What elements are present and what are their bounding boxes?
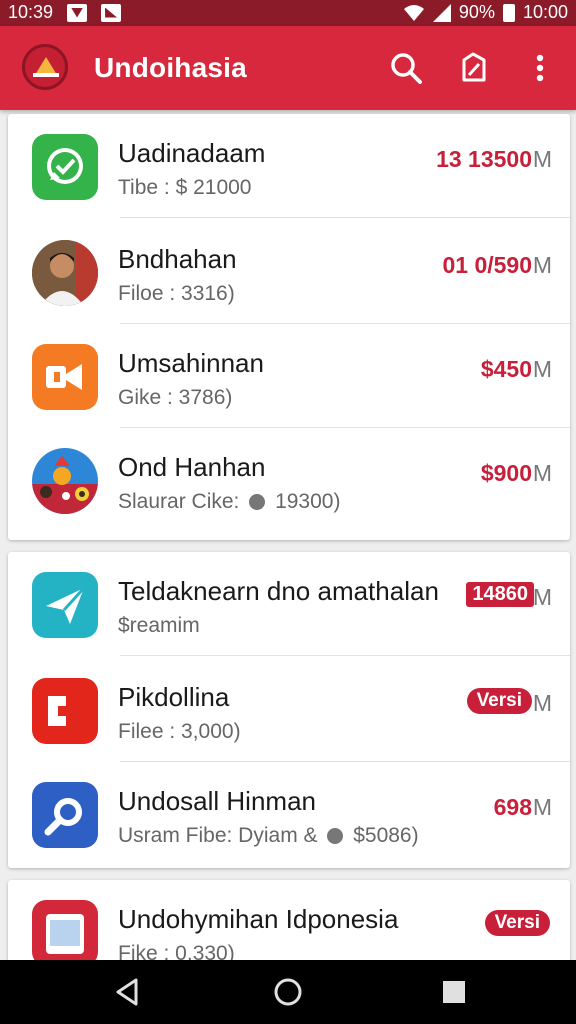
info-dot-icon bbox=[249, 494, 266, 510]
tablet-red-icon bbox=[32, 900, 98, 966]
person-avatar bbox=[32, 240, 98, 306]
item-subtitle: Tibe : $ 21000 bbox=[118, 176, 252, 199]
search-icon[interactable] bbox=[388, 50, 424, 86]
item-subtitle: Gike : 3786) bbox=[118, 386, 233, 409]
back-icon[interactable] bbox=[110, 974, 146, 1010]
list-item[interactable]: Umsahinnan Gike : 3786) $450 M bbox=[8, 324, 570, 428]
item-name: Umsahinnan bbox=[118, 348, 264, 378]
app-bar: Undoihasia bbox=[0, 26, 576, 110]
item-subtitle: Filoe : 3316) bbox=[118, 282, 235, 305]
list-item[interactable]: Ond Hanhan Slaurar Cike: 19300) $900 M bbox=[8, 428, 570, 532]
item-name: Teldaknearn dno amathalan bbox=[118, 576, 439, 606]
link-blue-icon bbox=[32, 782, 98, 848]
status-time-right: 10:00 bbox=[522, 2, 568, 22]
item-unit: M bbox=[532, 690, 552, 716]
item-price: 01 0/590 bbox=[442, 252, 532, 278]
list-item[interactable]: Bndhahan Filoe : 3316) 01 0/590 M bbox=[8, 220, 570, 324]
version-badge: Versi bbox=[484, 910, 550, 936]
item-unit: M bbox=[532, 146, 552, 172]
item-name: Undosall Hinman bbox=[118, 786, 316, 816]
item-name: Undohymihan Idponesia bbox=[118, 904, 399, 934]
status-bar: 10:39 90% 10:00 bbox=[0, 0, 576, 26]
list-item[interactable]: Teldaknearn dno amathalan $reamim 14860 … bbox=[8, 552, 570, 656]
app-list-card-1: Uadinadaam Tibe : $ 21000 13 13500 M Bnd… bbox=[8, 114, 570, 540]
item-price: 698 bbox=[493, 794, 532, 820]
signal-icon bbox=[432, 3, 451, 22]
item-price: 13 13500 bbox=[436, 146, 532, 172]
list-item[interactable]: Undosall Hinman Usram Fibe: Dyiam & $508… bbox=[8, 762, 570, 866]
item-subtitle-value: $5086) bbox=[353, 824, 419, 847]
item-unit: M bbox=[532, 356, 552, 382]
item-subtitle: $reamim bbox=[118, 614, 200, 637]
item-subtitle: Filee : 3,000) bbox=[118, 720, 241, 743]
notification-image-icon bbox=[101, 3, 122, 22]
more-options-icon[interactable] bbox=[522, 50, 558, 86]
item-unit: M bbox=[532, 794, 552, 820]
item-name: Bndhahan bbox=[118, 244, 237, 274]
app-title: Undoihasia bbox=[94, 52, 247, 83]
info-dot-icon bbox=[327, 828, 344, 844]
item-unit: M bbox=[532, 460, 552, 486]
whatsapp-green-icon bbox=[32, 134, 98, 200]
app-logo bbox=[22, 44, 68, 90]
item-price: $450 bbox=[480, 356, 532, 382]
item-price: $900 bbox=[480, 460, 532, 486]
send-teal-icon bbox=[32, 572, 98, 638]
item-subtitle-value: 19300) bbox=[275, 490, 341, 513]
item-name: Pikdollina bbox=[118, 682, 230, 712]
recents-icon[interactable] bbox=[436, 974, 472, 1010]
item-subtitle-label: Slaurar Cike: bbox=[118, 490, 240, 513]
version-badge: Versi bbox=[466, 688, 532, 714]
item-subtitle: Usram Fibe: Dyiam & $5086) bbox=[118, 824, 419, 848]
list-item[interactable]: Pikdollina Filee : 3,000) Versi M bbox=[8, 658, 570, 762]
list-item[interactable]: Uadinadaam Tibe : $ 21000 13 13500 M bbox=[8, 114, 570, 218]
item-price-badge: 14860 bbox=[466, 582, 534, 607]
item-unit: M bbox=[532, 584, 552, 610]
video-orange-icon bbox=[32, 344, 98, 410]
system-nav-bar bbox=[0, 960, 576, 1024]
battery-icon bbox=[502, 3, 515, 22]
festival-circle-icon bbox=[32, 448, 98, 514]
slides-red-icon bbox=[32, 678, 98, 744]
item-name: Uadinadaam bbox=[118, 138, 266, 168]
battery-percent: 90% bbox=[458, 2, 495, 22]
item-unit: M bbox=[532, 252, 552, 278]
item-subtitle-label: Usram Fibe: Dyiam & bbox=[118, 824, 318, 847]
home-icon[interactable] bbox=[270, 974, 306, 1010]
edit-icon[interactable] bbox=[456, 50, 492, 86]
notification-mail-icon bbox=[67, 3, 88, 22]
item-subtitle: Slaurar Cike: 19300) bbox=[118, 490, 340, 514]
status-time-left: 10:39 bbox=[8, 2, 54, 22]
item-name: Ond Hanhan bbox=[118, 452, 266, 482]
app-list-card-2: Teldaknearn dno amathalan $reamim 14860 … bbox=[8, 552, 570, 868]
wifi-icon bbox=[403, 4, 424, 21]
